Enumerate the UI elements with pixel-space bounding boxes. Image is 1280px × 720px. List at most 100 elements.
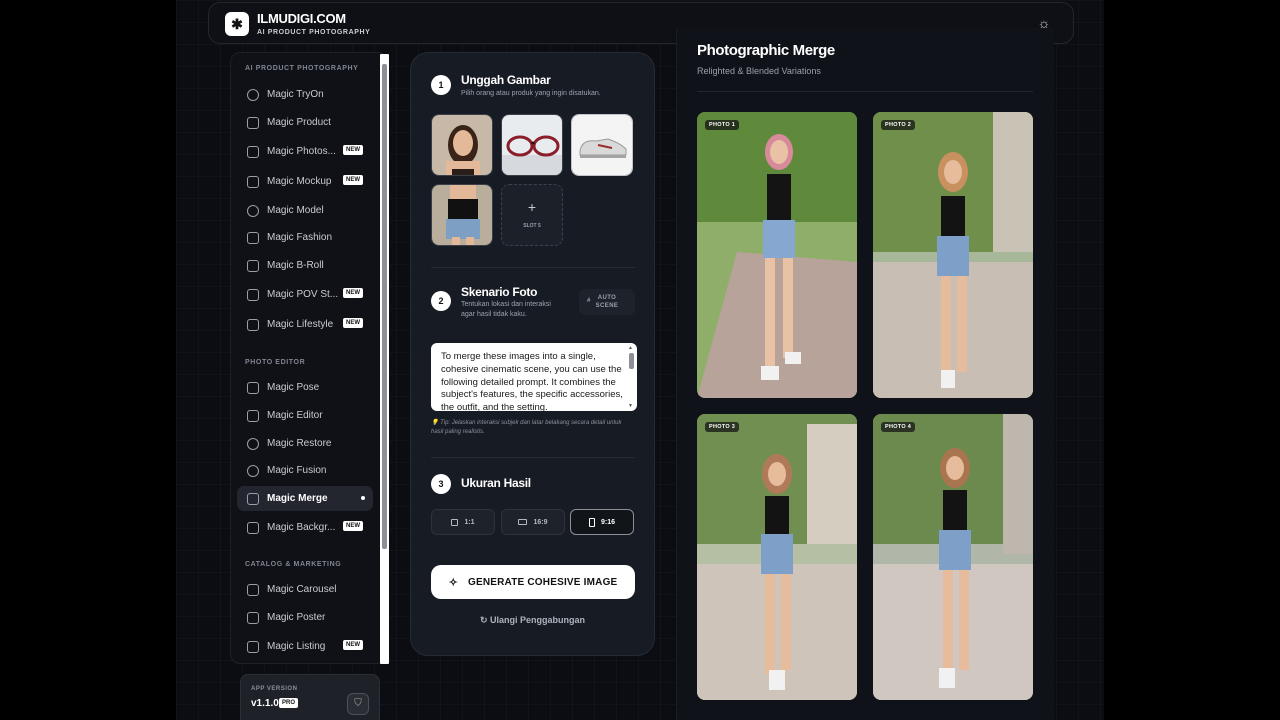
figure-icon xyxy=(247,381,259,394)
video-icon xyxy=(247,259,259,272)
sidebar-item-label: Magic Poster xyxy=(267,612,326,623)
ratio-9-16-button[interactable]: 9:16 xyxy=(570,509,634,535)
result-photo-4[interactable]: PHOTO 4 xyxy=(873,414,1033,700)
results-area: Photographic Merge Relighted & Blended V… xyxy=(676,28,1054,720)
circles-icon xyxy=(247,464,259,477)
sidebar-item-magic-fusion[interactable]: Magic Fusion xyxy=(237,458,373,483)
slot-5-label: SLOT 5 xyxy=(523,223,541,229)
scrollbar-thumb[interactable] xyxy=(382,64,387,549)
camera-icon xyxy=(247,116,259,129)
sidebar-item-magic-pov-st[interactable]: Magic POV St... NEW xyxy=(237,282,373,307)
shirt-icon xyxy=(247,175,259,188)
version-card: APP VERSION v1.1.0 PRO ⛉ xyxy=(240,674,380,720)
new-badge: NEW xyxy=(343,521,363,531)
sidebar-scrollbar[interactable] xyxy=(380,54,389,664)
new-badge: NEW xyxy=(343,640,363,650)
sidebar-item-magic-photos[interactable]: Magic Photos... NEW xyxy=(237,139,373,164)
sidebar-item-label: Magic Photos... xyxy=(267,146,336,157)
tip-text: 💡 Tip: Jelaskan interaksi subjek dan lat… xyxy=(431,420,622,435)
prompt-scroll-thumb[interactable] xyxy=(629,353,634,369)
pro-badge: PRO xyxy=(279,698,299,708)
sidebar-item-magic-carousel[interactable]: Magic Carousel xyxy=(237,577,373,602)
sidebar-item-label: Magic Lifestyle xyxy=(267,319,334,330)
result-photo-3[interactable]: PHOTO 3 xyxy=(697,414,857,700)
results-divider xyxy=(697,91,1033,92)
auto-scene-button[interactable]: # AUTO SCENE xyxy=(579,289,635,315)
camera-icon xyxy=(247,145,259,158)
sidebar-item-magic-lifestyle[interactable]: Magic Lifestyle NEW xyxy=(237,312,373,337)
sidebar-item-label: Magic Fusion xyxy=(267,465,327,476)
photo-1-label: PHOTO 1 xyxy=(705,120,740,130)
ratio-label: 16:9 xyxy=(533,518,548,526)
step-2-subtitle-line2: agar hasil tidak kaku. xyxy=(461,311,527,318)
prompt-scrollbar[interactable]: ▲ ▼ xyxy=(628,345,635,409)
sidebar-item-magic-merge[interactable]: Magic Merge xyxy=(237,486,373,511)
copy-icon xyxy=(247,492,259,505)
shirt-icon xyxy=(247,231,259,244)
app-stage: ✱ ILMUDIGI.COM AI PRODUCT PHOTOGRAPHY ☼ … xyxy=(176,0,1104,720)
sidebar-item-label: Magic Merge xyxy=(267,493,328,504)
generate-button[interactable]: ✧ GENERATE COHESIVE IMAGE xyxy=(431,565,635,599)
person-icon xyxy=(247,204,259,217)
step-2-subtitle-line1: Tentukan lokasi dan interaksi xyxy=(461,301,551,308)
clipboard-icon xyxy=(247,640,259,653)
sidebar-item-magic-b-roll[interactable]: Magic B-Roll xyxy=(237,253,373,278)
sidebar-item-magic-poster[interactable]: Magic Poster xyxy=(237,605,373,630)
sidebar-item-magic-pose[interactable]: Magic Pose xyxy=(237,375,373,400)
redo-merge-link[interactable]: ↻ Ulangi Penggabungan xyxy=(411,615,654,626)
ratio-16-9-button[interactable]: 16:9 xyxy=(501,509,565,535)
redo-label: Ulangi Penggabungan xyxy=(490,615,586,625)
sidebar-item-magic-product[interactable]: Magic Product xyxy=(237,110,373,135)
sidebar-item-label: Magic POV St... xyxy=(267,289,339,300)
sparkle-icon[interactable]: ✱ xyxy=(225,12,249,36)
upload-slot-outfit[interactable] xyxy=(431,184,493,246)
sidebar-item-label: Magic Backgr... xyxy=(267,522,336,533)
ratio-1-1-button[interactable]: 1:1 xyxy=(431,509,495,535)
upload-slot-5[interactable]: + SLOT 5 xyxy=(501,184,563,246)
divider xyxy=(431,457,635,458)
sidebar-item-magic-model[interactable]: Magic Model xyxy=(237,198,373,223)
scan-icon xyxy=(247,318,259,331)
photo-2-label: PHOTO 2 xyxy=(881,120,916,130)
sidebar-item-magic-fashion[interactable]: Magic Fashion xyxy=(237,225,373,250)
sidebar-item-magic-tryon[interactable]: Magic TryOn xyxy=(237,82,373,107)
step-2-number: 2 xyxy=(431,291,451,311)
sidebar-item-magic-restore[interactable]: Magic Restore xyxy=(237,431,373,456)
sidebar-item-magic-editor[interactable]: Magic Editor xyxy=(237,403,373,428)
prompt-text: To merge these images into a single, coh… xyxy=(441,351,623,411)
step-3-title: Ukuran Hasil xyxy=(461,476,531,490)
portrait-icon xyxy=(588,517,595,527)
sidebar-item-label: Magic Model xyxy=(267,205,324,216)
sidebar: AI PRODUCT PHOTOGRAPHY Magic TryOn Magic P… xyxy=(230,52,388,664)
upload-slot-sneakers[interactable] xyxy=(571,114,633,176)
photo-4-label: PHOTO 4 xyxy=(881,422,916,432)
history-icon xyxy=(247,437,259,450)
result-photo-2[interactable]: PHOTO 2 xyxy=(873,112,1033,398)
scenario-prompt-textarea[interactable]: To merge these images into a single, coh… xyxy=(431,343,637,411)
version-label: APP VERSION xyxy=(251,686,298,692)
sidebar-item-label: Magic Listing xyxy=(267,641,326,652)
upload-slot-woman-portrait[interactable] xyxy=(431,114,493,176)
merge-panel: 1 Unggah Gambar Pilih orang atau produk … xyxy=(410,52,655,656)
landscape-icon xyxy=(518,519,528,525)
sidebar-item-magic-backgr[interactable]: Magic Backgr... NEW xyxy=(237,515,373,540)
scroll-down-icon[interactable]: ▼ xyxy=(628,403,633,409)
version-number: v1.1.0 xyxy=(251,698,279,709)
shield-icon[interactable]: ⛉ xyxy=(347,693,369,715)
person-icon xyxy=(247,88,259,101)
step-1-number: 1 xyxy=(431,75,451,95)
sidebar-item-label: Magic Fashion xyxy=(267,232,333,243)
scroll-up-icon[interactable]: ▲ xyxy=(628,345,633,351)
upload-slot-glasses[interactable] xyxy=(501,114,563,176)
result-photo-1[interactable]: PHOTO 1 xyxy=(697,112,857,398)
sidebar-item-label: Magic Editor xyxy=(267,410,323,421)
new-badge: NEW xyxy=(343,288,363,298)
step-1-title: Unggah Gambar xyxy=(461,73,551,87)
sidebar-item-magic-mockup[interactable]: Magic Mockup NEW xyxy=(237,169,373,194)
sparkle-icon xyxy=(247,409,259,422)
sidebar-item-magic-listing[interactable]: Magic Listing NEW xyxy=(237,634,373,659)
brand-name[interactable]: ILMUDIGI.COM xyxy=(257,11,346,26)
sidebar-item-label: Magic Product xyxy=(267,117,331,128)
new-badge: NEW xyxy=(343,175,363,185)
generate-label: GENERATE COHESIVE IMAGE xyxy=(467,576,618,588)
